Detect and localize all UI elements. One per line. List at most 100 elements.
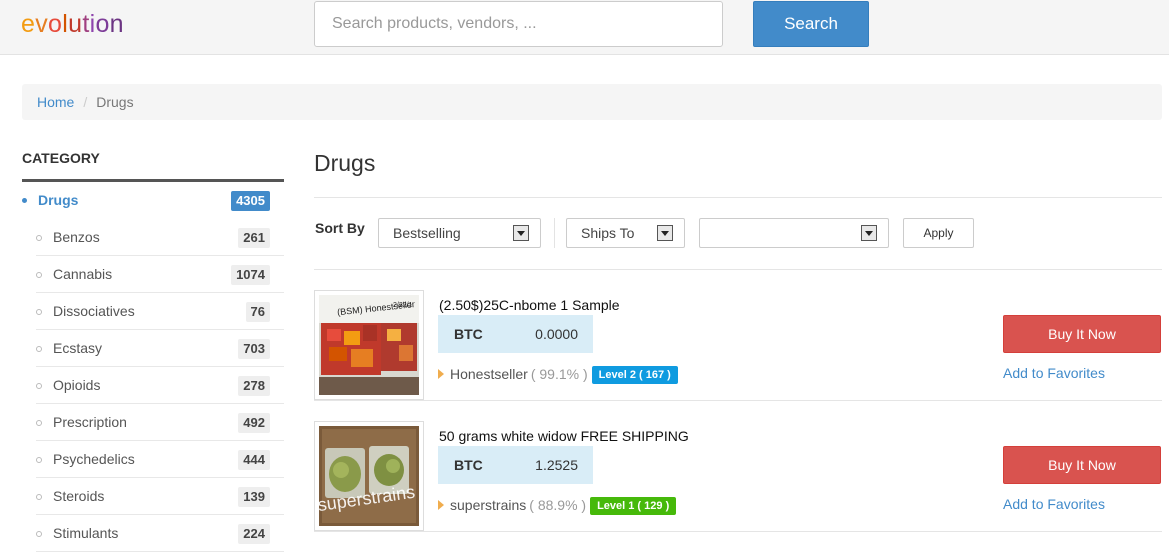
ships-to-select[interactable]: Ships To — [566, 218, 685, 248]
product-image: (BSM) Honestseller 2/22/1 — [319, 295, 419, 395]
product-thumbnail[interactable]: (BSM) Honestseller 2/22/1 — [314, 290, 424, 400]
category-item-opioids[interactable]: Opioids 278 — [36, 367, 284, 404]
top-header: evolution Search — [0, 0, 1169, 55]
category-count-badge: 261 — [238, 228, 270, 248]
bullet-icon — [22, 198, 27, 203]
evolution-logo[interactable]: evolution — [21, 10, 124, 39]
add-to-favorites-link[interactable]: Add to Favorites — [1003, 365, 1105, 381]
dropdown-arrow-icon — [861, 225, 877, 241]
dropdown-arrow-icon — [513, 225, 529, 241]
category-item-dissociatives[interactable]: Dissociatives 76 — [36, 293, 284, 330]
category-item-steroids[interactable]: Steroids 139 — [36, 478, 284, 515]
category-label: Ecstasy — [53, 340, 103, 356]
category-label: Benzos — [53, 229, 100, 245]
category-label: Opioids — [53, 377, 101, 393]
vendor-rating: ( 88.9% ) — [529, 497, 587, 513]
product-image: superstrains — [319, 426, 419, 526]
bullet-icon — [36, 346, 42, 352]
ships-to-select-value: Ships To — [581, 225, 635, 241]
price-amount: 1.2525 — [535, 457, 578, 473]
category-title: CATEGORY — [22, 140, 284, 182]
category-sidebar: CATEGORY Drugs 4305 Benzos 261 Cannabis … — [22, 140, 284, 552]
listing-title-link[interactable]: (2.50$)25C-nbome 1 Sample — [439, 297, 620, 313]
category-item-ecstasy[interactable]: Ecstasy 703 — [36, 330, 284, 367]
product-thumbnail[interactable]: superstrains — [314, 421, 424, 531]
triangle-right-icon — [438, 500, 444, 510]
listing-item: (BSM) Honestseller 2/22/1 (2.50$)25C-nbo… — [314, 270, 1162, 401]
sort-select[interactable]: Bestselling — [378, 218, 541, 248]
breadcrumb-separator: / — [83, 94, 88, 110]
logo-letter: o — [95, 10, 110, 38]
vendor-info: Honestseller( 99.1% ) Level 2 ( 167 ) — [438, 364, 678, 384]
buy-it-now-button[interactable]: Buy It Now — [1003, 446, 1161, 484]
category-label: Steroids — [53, 488, 105, 504]
add-to-favorites-link[interactable]: Add to Favorites — [1003, 496, 1105, 512]
main-content: Drugs Sort By Bestselling Ships To Apply — [314, 140, 1162, 532]
category-count-badge: 444 — [238, 450, 270, 470]
vendor-level-badge: Level 1 ( 129 ) — [590, 497, 677, 515]
search-input[interactable] — [314, 1, 723, 47]
bullet-icon — [36, 531, 42, 537]
logo-letter: n — [109, 10, 124, 38]
breadcrumb-current: Drugs — [96, 94, 134, 110]
price-currency: BTC — [454, 326, 483, 342]
category-label: Prescription — [53, 414, 127, 430]
category-item-cannabis[interactable]: Cannabis 1074 — [36, 256, 284, 293]
page-title: Drugs — [314, 140, 1162, 198]
category-count-badge: 492 — [238, 413, 270, 433]
vendor-name-link[interactable]: Honestseller — [450, 366, 528, 382]
toolbar-divider — [554, 218, 555, 248]
category-label: Stimulants — [53, 525, 119, 541]
vendor-name-link[interactable]: superstrains — [450, 497, 526, 513]
category-list: Drugs 4305 Benzos 261 Cannabis 1074 Diss… — [22, 182, 284, 552]
bullet-icon — [36, 272, 42, 278]
category-count-badge: 139 — [238, 487, 270, 507]
search-button[interactable]: Search — [753, 1, 869, 47]
logo-letter: v — [35, 10, 49, 38]
triangle-right-icon — [438, 369, 444, 379]
breadcrumb-home-link[interactable]: Home — [37, 94, 74, 110]
category-label: Drugs — [38, 192, 79, 208]
category-label: Cannabis — [53, 266, 113, 282]
category-label: Dissociatives — [53, 303, 135, 319]
logo-letter: u — [68, 10, 83, 38]
bullet-icon — [36, 420, 42, 426]
category-item-benzos[interactable]: Benzos 261 — [36, 219, 284, 256]
logo-letter: o — [48, 10, 63, 38]
apply-button[interactable]: Apply — [903, 218, 974, 248]
category-count-badge: 224 — [238, 524, 270, 544]
bullet-icon — [36, 235, 42, 241]
bullet-icon — [36, 309, 42, 315]
listing-item: superstrains 50 grams white widow FREE S… — [314, 401, 1162, 532]
logo-letter: t — [82, 10, 90, 38]
dropdown-arrow-icon — [657, 225, 673, 241]
price-box: BTC 1.2525 — [438, 446, 593, 484]
category-item-psychedelics[interactable]: Psychedelics 444 — [36, 441, 284, 478]
price-box: BTC 0.0000 — [438, 315, 593, 353]
thumbnail-date: 2/22/1 — [393, 302, 413, 309]
sort-toolbar: Sort By Bestselling Ships To Apply — [314, 198, 1162, 270]
price-amount: 0.0000 — [535, 326, 578, 342]
category-item-drugs[interactable]: Drugs 4305 — [22, 182, 284, 219]
sort-select-value: Bestselling — [393, 225, 461, 241]
ships-to-country-select[interactable] — [699, 218, 889, 248]
buy-it-now-button[interactable]: Buy It Now — [1003, 315, 1161, 353]
vendor-info: superstrains( 88.9% ) Level 1 ( 129 ) — [438, 495, 677, 515]
category-count-badge: 703 — [238, 339, 270, 359]
bullet-icon — [36, 494, 42, 500]
category-count-badge: 278 — [238, 376, 270, 396]
category-count-badge: 1074 — [231, 265, 270, 285]
listing-title-link[interactable]: 50 grams white widow FREE SHIPPING — [439, 428, 689, 444]
category-label: Psychedelics — [53, 451, 135, 467]
price-currency: BTC — [454, 457, 483, 473]
category-count-badge: 76 — [245, 302, 270, 322]
logo-letter: e — [21, 10, 36, 38]
vendor-level-badge: Level 2 ( 167 ) — [591, 366, 678, 384]
breadcrumb: Home / Drugs — [22, 84, 1162, 120]
sort-by-label: Sort By — [315, 220, 365, 236]
category-item-prescription[interactable]: Prescription 492 — [36, 404, 284, 441]
vendor-rating: ( 99.1% ) — [530, 366, 588, 382]
bullet-icon — [36, 383, 42, 389]
category-count-badge: 4305 — [231, 191, 270, 211]
bullet-icon — [36, 457, 42, 463]
